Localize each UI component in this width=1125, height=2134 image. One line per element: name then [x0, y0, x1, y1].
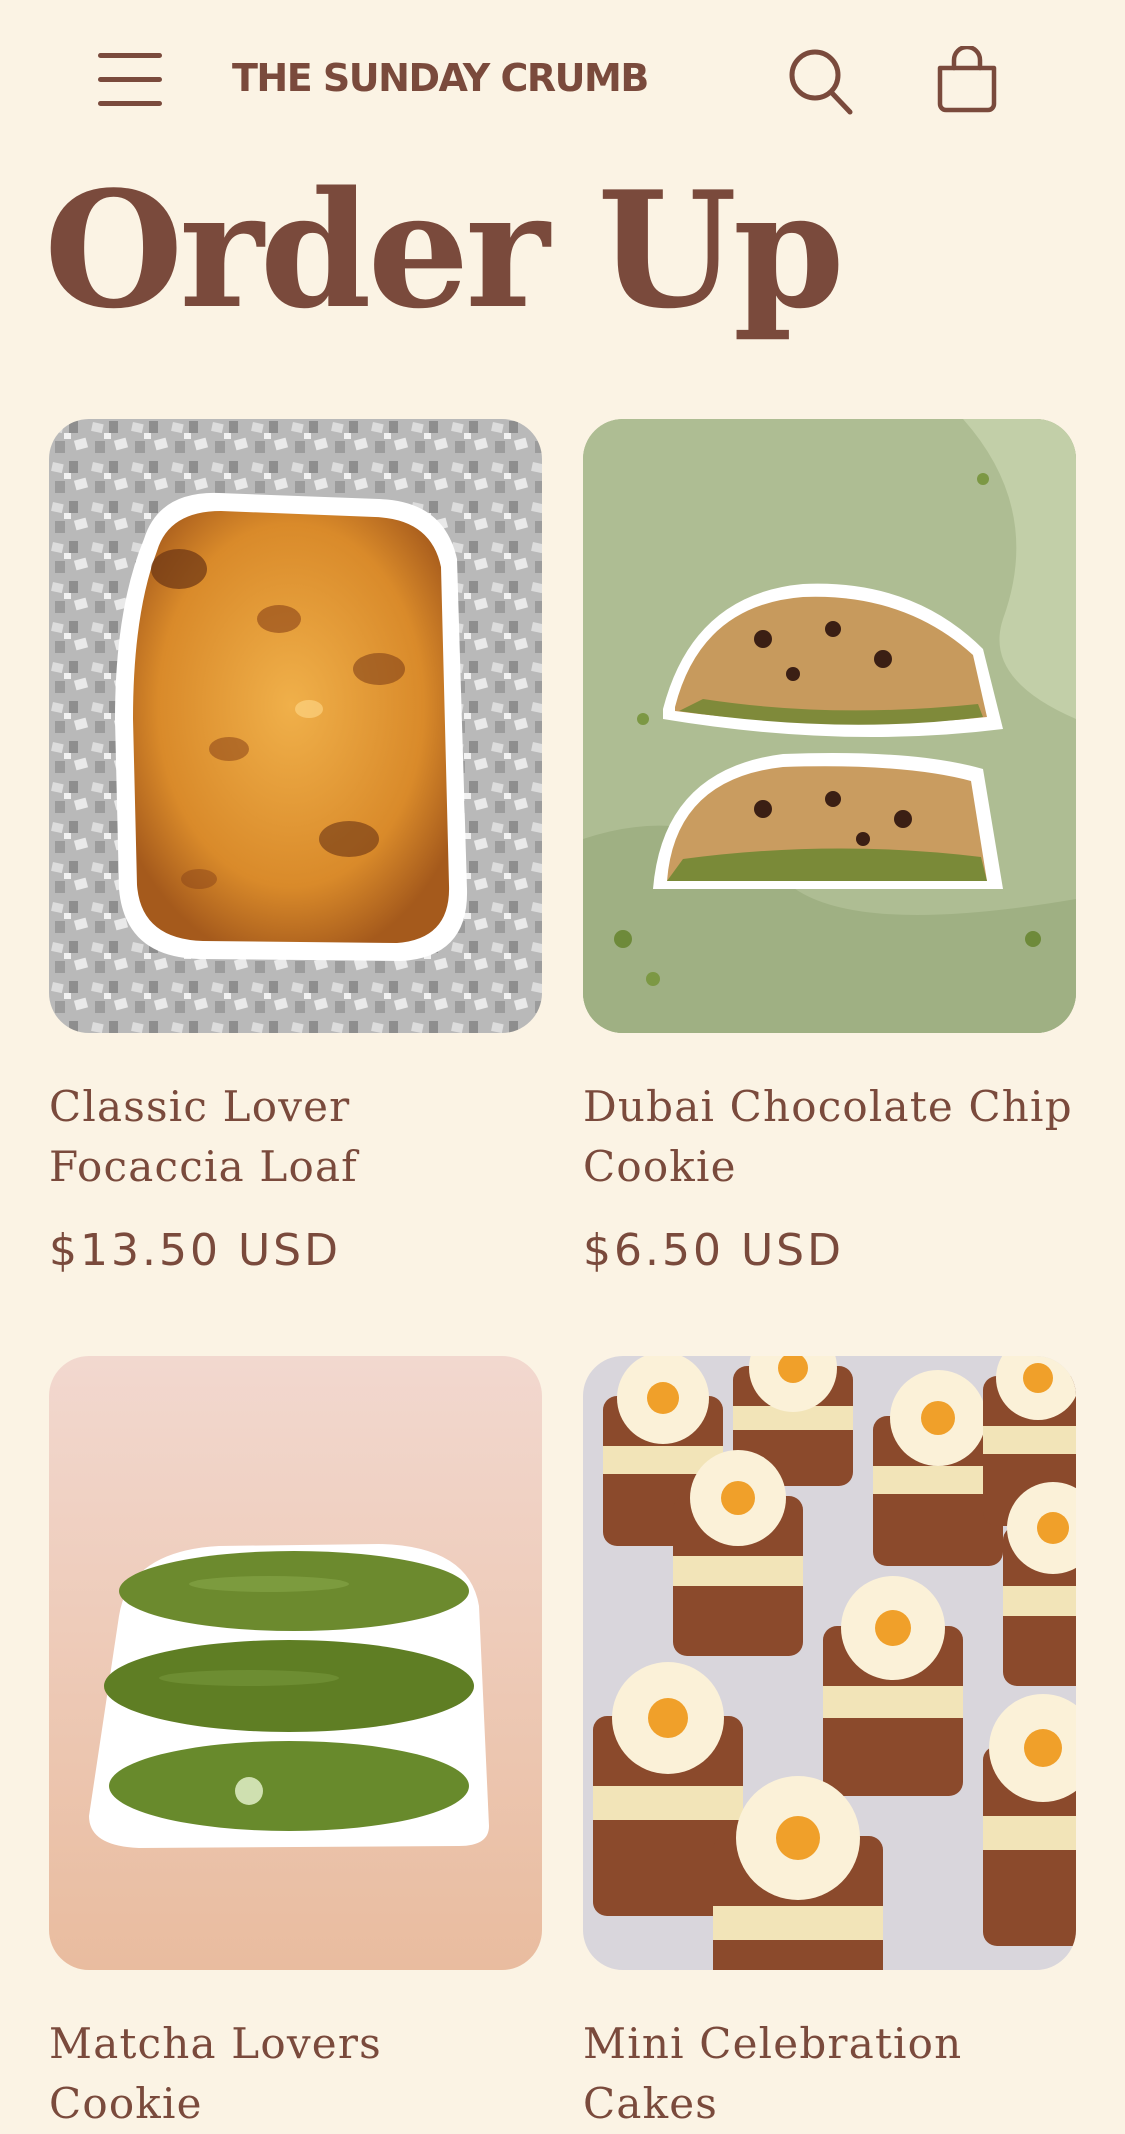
site-header: THE SUNDAY CRUMB: [0, 0, 1125, 160]
product-image-focaccia[interactable]: [49, 419, 542, 1033]
product-name[interactable]: Dubai Chocolate Chip Cookie: [583, 1077, 1076, 1197]
product-card[interactable]: Dubai Chocolate Chip Cookie $6.50 USD: [583, 419, 1076, 1276]
product-card[interactable]: Matcha Lovers Cookie: [49, 1356, 542, 2134]
product-image-mini-cakes[interactable]: [583, 1356, 1076, 1970]
product-name[interactable]: Matcha Lovers Cookie: [49, 2014, 542, 2134]
product-price: $6.50 USD: [583, 1225, 844, 1276]
shopping-bag-icon[interactable]: [934, 44, 1000, 114]
product-image-dubai-cookie[interactable]: [583, 419, 1076, 1033]
product-name[interactable]: Classic Lover Focaccia Loaf: [49, 1077, 542, 1197]
search-icon[interactable]: [786, 46, 856, 118]
product-name[interactable]: Mini Celebration Cakes: [583, 2014, 1076, 2134]
hamburger-menu-icon[interactable]: [98, 50, 164, 110]
product-card[interactable]: Classic Lover Focaccia Loaf $13.50 USD: [49, 419, 542, 1276]
product-price: $13.50 USD: [49, 1225, 341, 1276]
product-image-matcha-cookie[interactable]: [49, 1356, 542, 1970]
product-card[interactable]: Mini Celebration Cakes: [583, 1356, 1076, 2134]
site-logo[interactable]: THE SUNDAY CRUMB: [232, 56, 649, 100]
page-title: Order Up: [44, 156, 845, 344]
